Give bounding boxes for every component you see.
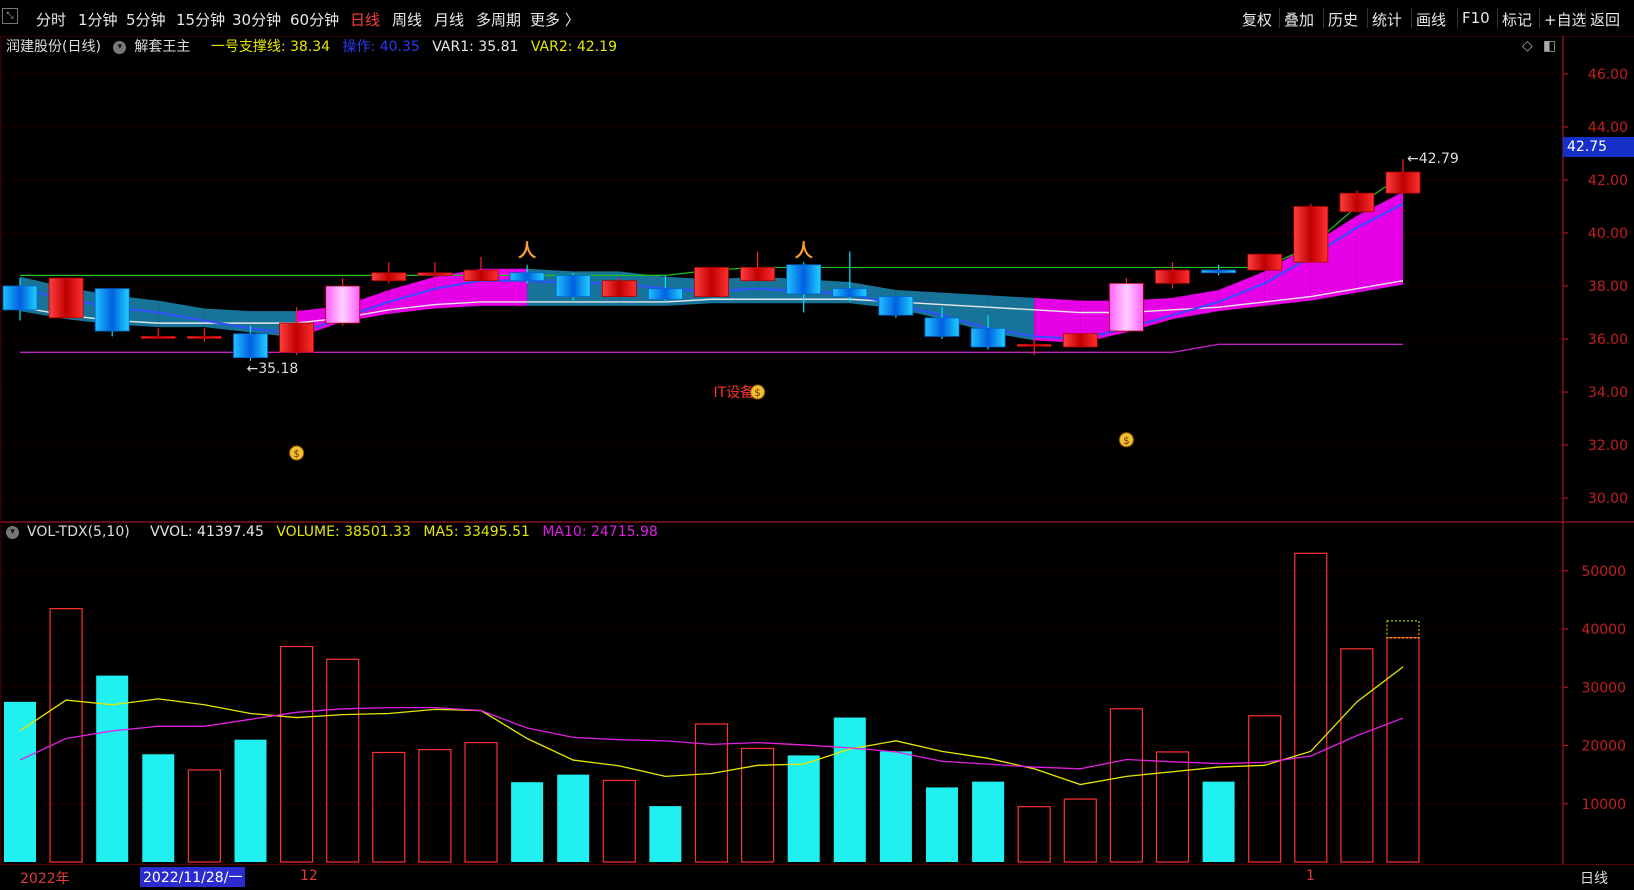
volume-tick-label: 50000 <box>1581 564 1626 580</box>
candle-body <box>1062 333 1098 348</box>
volume-bar <box>1202 781 1235 862</box>
candle-body <box>325 285 361 324</box>
y-tick-label: 44.00 <box>1588 120 1628 136</box>
y-tick-label: 36.00 <box>1588 332 1628 348</box>
money-bag-icon: $ <box>1123 436 1129 447</box>
candle-body <box>878 296 914 316</box>
y-tick-label: 46.00 <box>1588 67 1628 83</box>
purple-line <box>20 343 1403 353</box>
volume-bar <box>557 774 590 862</box>
period-label[interactable]: 日线 <box>1580 868 1608 888</box>
stock-chart[interactable]: 46.00 44.00 42.00 40.00 38.00 36.00 34.00 32.00… <box>0 0 1634 889</box>
trend-band <box>204 308 251 333</box>
volume-bar <box>972 781 1005 862</box>
volume-bar <box>1017 806 1051 863</box>
candle-body <box>740 267 775 282</box>
volume-tick-label: 30000 <box>1581 680 1626 696</box>
candle-body <box>1109 282 1144 332</box>
volume-bar <box>1063 798 1097 863</box>
volume-bar <box>602 779 636 863</box>
candle-body <box>1016 343 1052 347</box>
y-tick-label: 42.00 <box>1588 173 1628 189</box>
candle-body <box>48 277 84 319</box>
volume-bar <box>372 751 406 863</box>
money-bag-icon: $ <box>293 449 299 460</box>
y-tick-label: 40.00 <box>1588 226 1628 242</box>
volume-bar <box>833 717 866 862</box>
volume-bar <box>879 751 912 862</box>
candle-body <box>463 269 499 282</box>
candle-body <box>2 285 38 311</box>
volume-tick-label: 40000 <box>1581 622 1626 638</box>
volume-bar <box>326 658 360 863</box>
news-label: IT设备 <box>714 384 755 401</box>
volume-bar <box>787 755 820 862</box>
volume-bar <box>418 748 452 863</box>
y-tick-label: 32.00 <box>1588 438 1628 454</box>
candle-body <box>233 333 268 358</box>
volume-bar <box>464 741 498 863</box>
money-bag-icon: $ <box>750 384 766 400</box>
volume-bar <box>1155 751 1190 863</box>
volume-bar <box>142 754 175 862</box>
person-signal-icon: 人 <box>795 241 814 262</box>
ma10-line <box>19 706 1404 770</box>
volume-bar <box>511 782 544 862</box>
vvol-projection <box>1386 620 1420 639</box>
volume-bar <box>49 608 83 863</box>
candle-body <box>417 272 453 276</box>
money-bag-icon: $ <box>289 445 305 461</box>
candle-body <box>1155 269 1190 284</box>
candle-body <box>648 288 683 300</box>
candle-body <box>924 317 960 337</box>
candle-body <box>1339 192 1375 213</box>
ma5-line <box>19 666 1404 786</box>
volume-bar <box>4 701 36 862</box>
month-label-12: 12 <box>300 868 318 884</box>
money-bag-icon: $ <box>754 388 760 399</box>
volume-bar <box>1294 552 1328 863</box>
money-bag-icon: $ <box>1118 432 1134 448</box>
low-price-label: ←35.18 <box>247 361 299 377</box>
candle-body <box>140 335 176 339</box>
volume-bar <box>1109 708 1144 863</box>
candle-body <box>279 322 315 353</box>
time-axis-bar: 2022年 2022/11/28/一 12 1 日线 <box>0 864 1634 890</box>
candle-body <box>601 280 637 298</box>
person-signal-icon: 人 <box>518 241 537 262</box>
y-tick-label: 34.00 <box>1588 385 1628 401</box>
high-price-label: ←42.79 <box>1407 151 1459 167</box>
candle-body <box>970 328 1006 348</box>
volume-bar <box>649 806 682 862</box>
volume-tick-label: 10000 <box>1581 797 1626 813</box>
volume-bar <box>1386 637 1420 863</box>
candle-body <box>1247 253 1283 271</box>
candle-body <box>94 288 130 332</box>
candle-body <box>1293 206 1329 263</box>
candle-body <box>694 267 729 298</box>
volume-bar <box>280 645 314 863</box>
candle-body <box>832 288 868 298</box>
y-tick-label: 38.00 <box>1588 279 1628 295</box>
y-tick-label: 30.00 <box>1588 491 1628 507</box>
candle-body <box>1201 269 1236 274</box>
volume-bar <box>926 787 958 862</box>
candle-body <box>786 264 822 295</box>
volume-bar <box>187 769 221 863</box>
volume-bar <box>1248 715 1282 863</box>
volume-bar <box>1340 648 1374 863</box>
volume-tick-label: 20000 <box>1581 739 1626 755</box>
volume-bar <box>234 739 267 862</box>
candle-body <box>371 272 407 282</box>
current-price-tag: 42.75 <box>1563 137 1634 157</box>
candle-body <box>555 274 591 298</box>
month-label-1: 1 <box>1306 868 1315 884</box>
candle-body <box>1385 171 1421 194</box>
support-line <box>20 174 1404 276</box>
candle-body <box>186 335 222 339</box>
crosshair-date: 2022/11/28/一 <box>140 867 246 887</box>
year-label: 2022年 <box>20 871 70 887</box>
candle-body <box>509 272 545 282</box>
